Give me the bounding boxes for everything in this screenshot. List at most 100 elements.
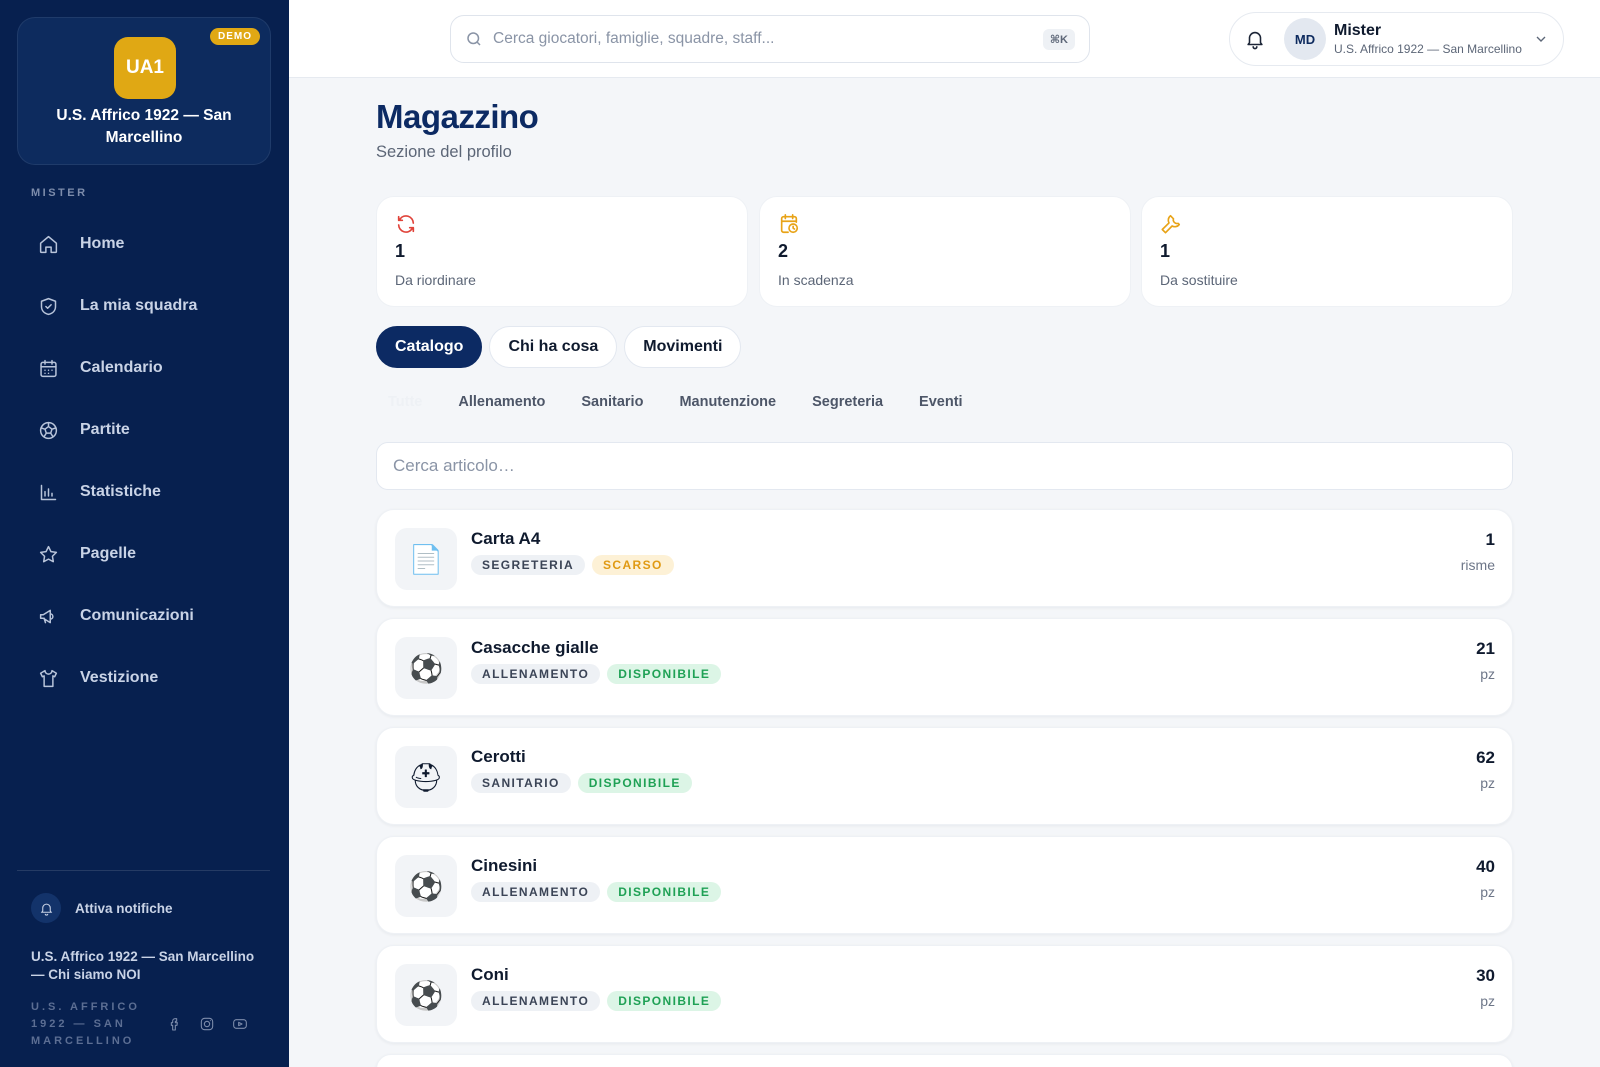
shield-icon [40,297,57,315]
list-item[interactable]: ⚽ Coni ALLENAMENTO DISPONIBILE 30 pz [376,945,1513,1043]
sidebar-nav: Home La mia squadra Calendario Partite S… [0,213,289,709]
category-badge: SANITARIO [471,773,571,793]
club-card[interactable]: UA1 DEMO U.S. Affrico 1922 — San Marcell… [17,17,271,165]
item-unit: pz [1480,993,1495,1009]
instagram-icon[interactable] [199,1016,217,1034]
user-menu[interactable]: MD Mister U.S. Affrico 1922 — San Marcel… [1229,12,1564,66]
list-item[interactable]: 📄 Carta A4 SEGRETERIA SCARSO 1 risme [376,509,1513,607]
club-logo: UA1 [114,37,176,99]
home-icon [39,235,58,253]
role-label: MISTER [31,187,88,199]
social-links [166,1016,250,1034]
item-name: Cinesini [471,856,538,875]
filter-eventi[interactable]: Eventi [901,392,981,412]
filter-segreteria[interactable]: Segreteria [794,392,901,412]
item-tags: ALLENAMENTO DISPONIBILE [471,991,722,1011]
stat-card-expiring[interactable]: 2 In scadenza [759,196,1131,307]
sidebar-item-label: Home [80,235,125,252]
list-item[interactable]: ⛑ Cerotti SANITARIO DISPONIBILE 62 pz [376,727,1513,825]
club-name: U.S. Affrico 1922 — San Marcellino [56,107,232,146]
sidebar-item-vestizione[interactable]: Vestizione [0,647,289,709]
status-badge: DISPONIBILE [607,664,722,684]
global-search[interactable]: ⌘K [450,15,1090,63]
page-title: Magazzino [376,98,539,135]
sidebar: UA1 DEMO U.S. Affrico 1922 — San Marcell… [0,0,289,1067]
tab-catalogo[interactable]: Catalogo [376,326,483,368]
category-badge: ALLENAMENTO [471,991,601,1011]
first-aid-helmet-icon: ⛑ [395,746,457,808]
stat-card-replace[interactable]: 1 Da sostituire [1141,196,1513,307]
sidebar-divider [17,870,270,871]
filter-sanitario[interactable]: Sanitario [563,392,661,412]
status-badge: DISPONIBILE [577,773,692,793]
item-quantity: 40 [1476,857,1495,876]
item-quantity: 30 [1476,966,1495,985]
stat-value: 1 [395,241,406,261]
enable-notifications-button[interactable]: Attiva notifiche [31,893,173,923]
sidebar-item-partite[interactable]: Partite [0,399,289,461]
item-tags: ALLENAMENTO DISPONIBILE [471,882,722,902]
page-subtitle: Sezione del profilo [376,143,512,161]
filter-tutte[interactable]: Tutte [376,392,440,412]
item-tags: ALLENAMENTO DISPONIBILE [471,664,722,684]
filter-manutenzione[interactable]: Manutenzione [661,392,794,412]
facebook-icon[interactable] [166,1016,184,1034]
item-quantity: 62 [1476,748,1495,767]
view-tabs: Catalogo Chi ha cosa Movimenti [376,326,742,368]
sidebar-item-statistiche[interactable]: Statistiche [0,461,289,523]
sidebar-item-label: Vestizione [80,669,159,686]
sidebar-item-pagelle[interactable]: Pagelle [0,523,289,585]
stat-label: Da riordinare [395,272,476,288]
list-item[interactable]: ⚽ Cinesini ALLENAMENTO DISPONIBILE 40 pz [376,836,1513,934]
item-tags: SEGRETERIA SCARSO [471,555,674,575]
filter-allenamento[interactable]: Allenamento [440,392,563,412]
item-list: 📄 Carta A4 SEGRETERIA SCARSO 1 risme ⚽ C… [376,509,1513,1067]
sidebar-item-label: Calendario [80,359,163,376]
item-search[interactable] [376,442,1513,490]
category-badge: ALLENAMENTO [471,882,601,902]
category-badge: ALLENAMENTO [471,664,601,684]
sidebar-item-comunicazioni[interactable]: Comunicazioni [0,585,289,647]
item-quantity: 1 [1485,530,1495,549]
status-badge: SCARSO [592,555,674,575]
soccer-ball-icon: ⚽ [395,855,457,917]
item-search-input[interactable] [377,443,1512,489]
category-filters: Tutte Allenamento Sanitario Manutenzione… [376,392,981,412]
soccer-ball-icon: ⚽ [395,964,457,1026]
sidebar-item-label: Comunicazioni [80,607,194,624]
tab-chi-ha-cosa[interactable]: Chi ha cosa [489,326,618,368]
refresh-icon [395,213,417,235]
item-name: Casacche gialle [471,638,599,657]
bell-icon [31,893,61,923]
item-name: Coni [471,965,509,984]
item-unit: risme [1460,557,1495,573]
footer-brand: U.S. AFFRICO 1922 — SAN MARCELLINO [31,1001,140,1047]
list-item[interactable] [376,1054,1513,1067]
global-search-input[interactable] [493,30,1043,48]
sidebar-item-label: Statistiche [80,483,161,500]
user-info: Mister U.S. Affrico 1922 — San Marcellin… [1334,22,1533,56]
sidebar-item-calendario[interactable]: Calendario [0,337,289,399]
bell-icon[interactable] [1244,28,1266,50]
search-icon [467,32,481,46]
calendar-icon [40,359,57,377]
youtube-icon[interactable] [232,1016,250,1034]
item-unit: pz [1480,884,1495,900]
about-link[interactable]: U.S. Affrico 1922 — San Marcellino — Chi… [31,948,261,984]
ball-icon [39,421,58,439]
sidebar-item-label: La mia squadra [80,297,198,314]
sidebar-item-label: Pagelle [80,545,137,562]
stat-value: 1 [1160,241,1171,261]
stat-card-reorder[interactable]: 1 Da riordinare [376,196,748,307]
sidebar-item-home[interactable]: Home [0,213,289,275]
enable-notifications-label: Attiva notifiche [75,900,173,916]
item-unit: pz [1480,666,1495,682]
sidebar-item-squadra[interactable]: La mia squadra [0,275,289,337]
item-name: Cerotti [471,747,526,766]
sidebar-item-label: Partite [80,421,130,438]
demo-badge: DEMO [210,28,260,45]
tab-movimenti[interactable]: Movimenti [624,326,742,368]
bar-chart-icon [40,484,57,500]
list-item[interactable]: ⚽ Casacche gialle ALLENAMENTO DISPONIBIL… [376,618,1513,716]
item-name: Carta A4 [471,529,541,548]
